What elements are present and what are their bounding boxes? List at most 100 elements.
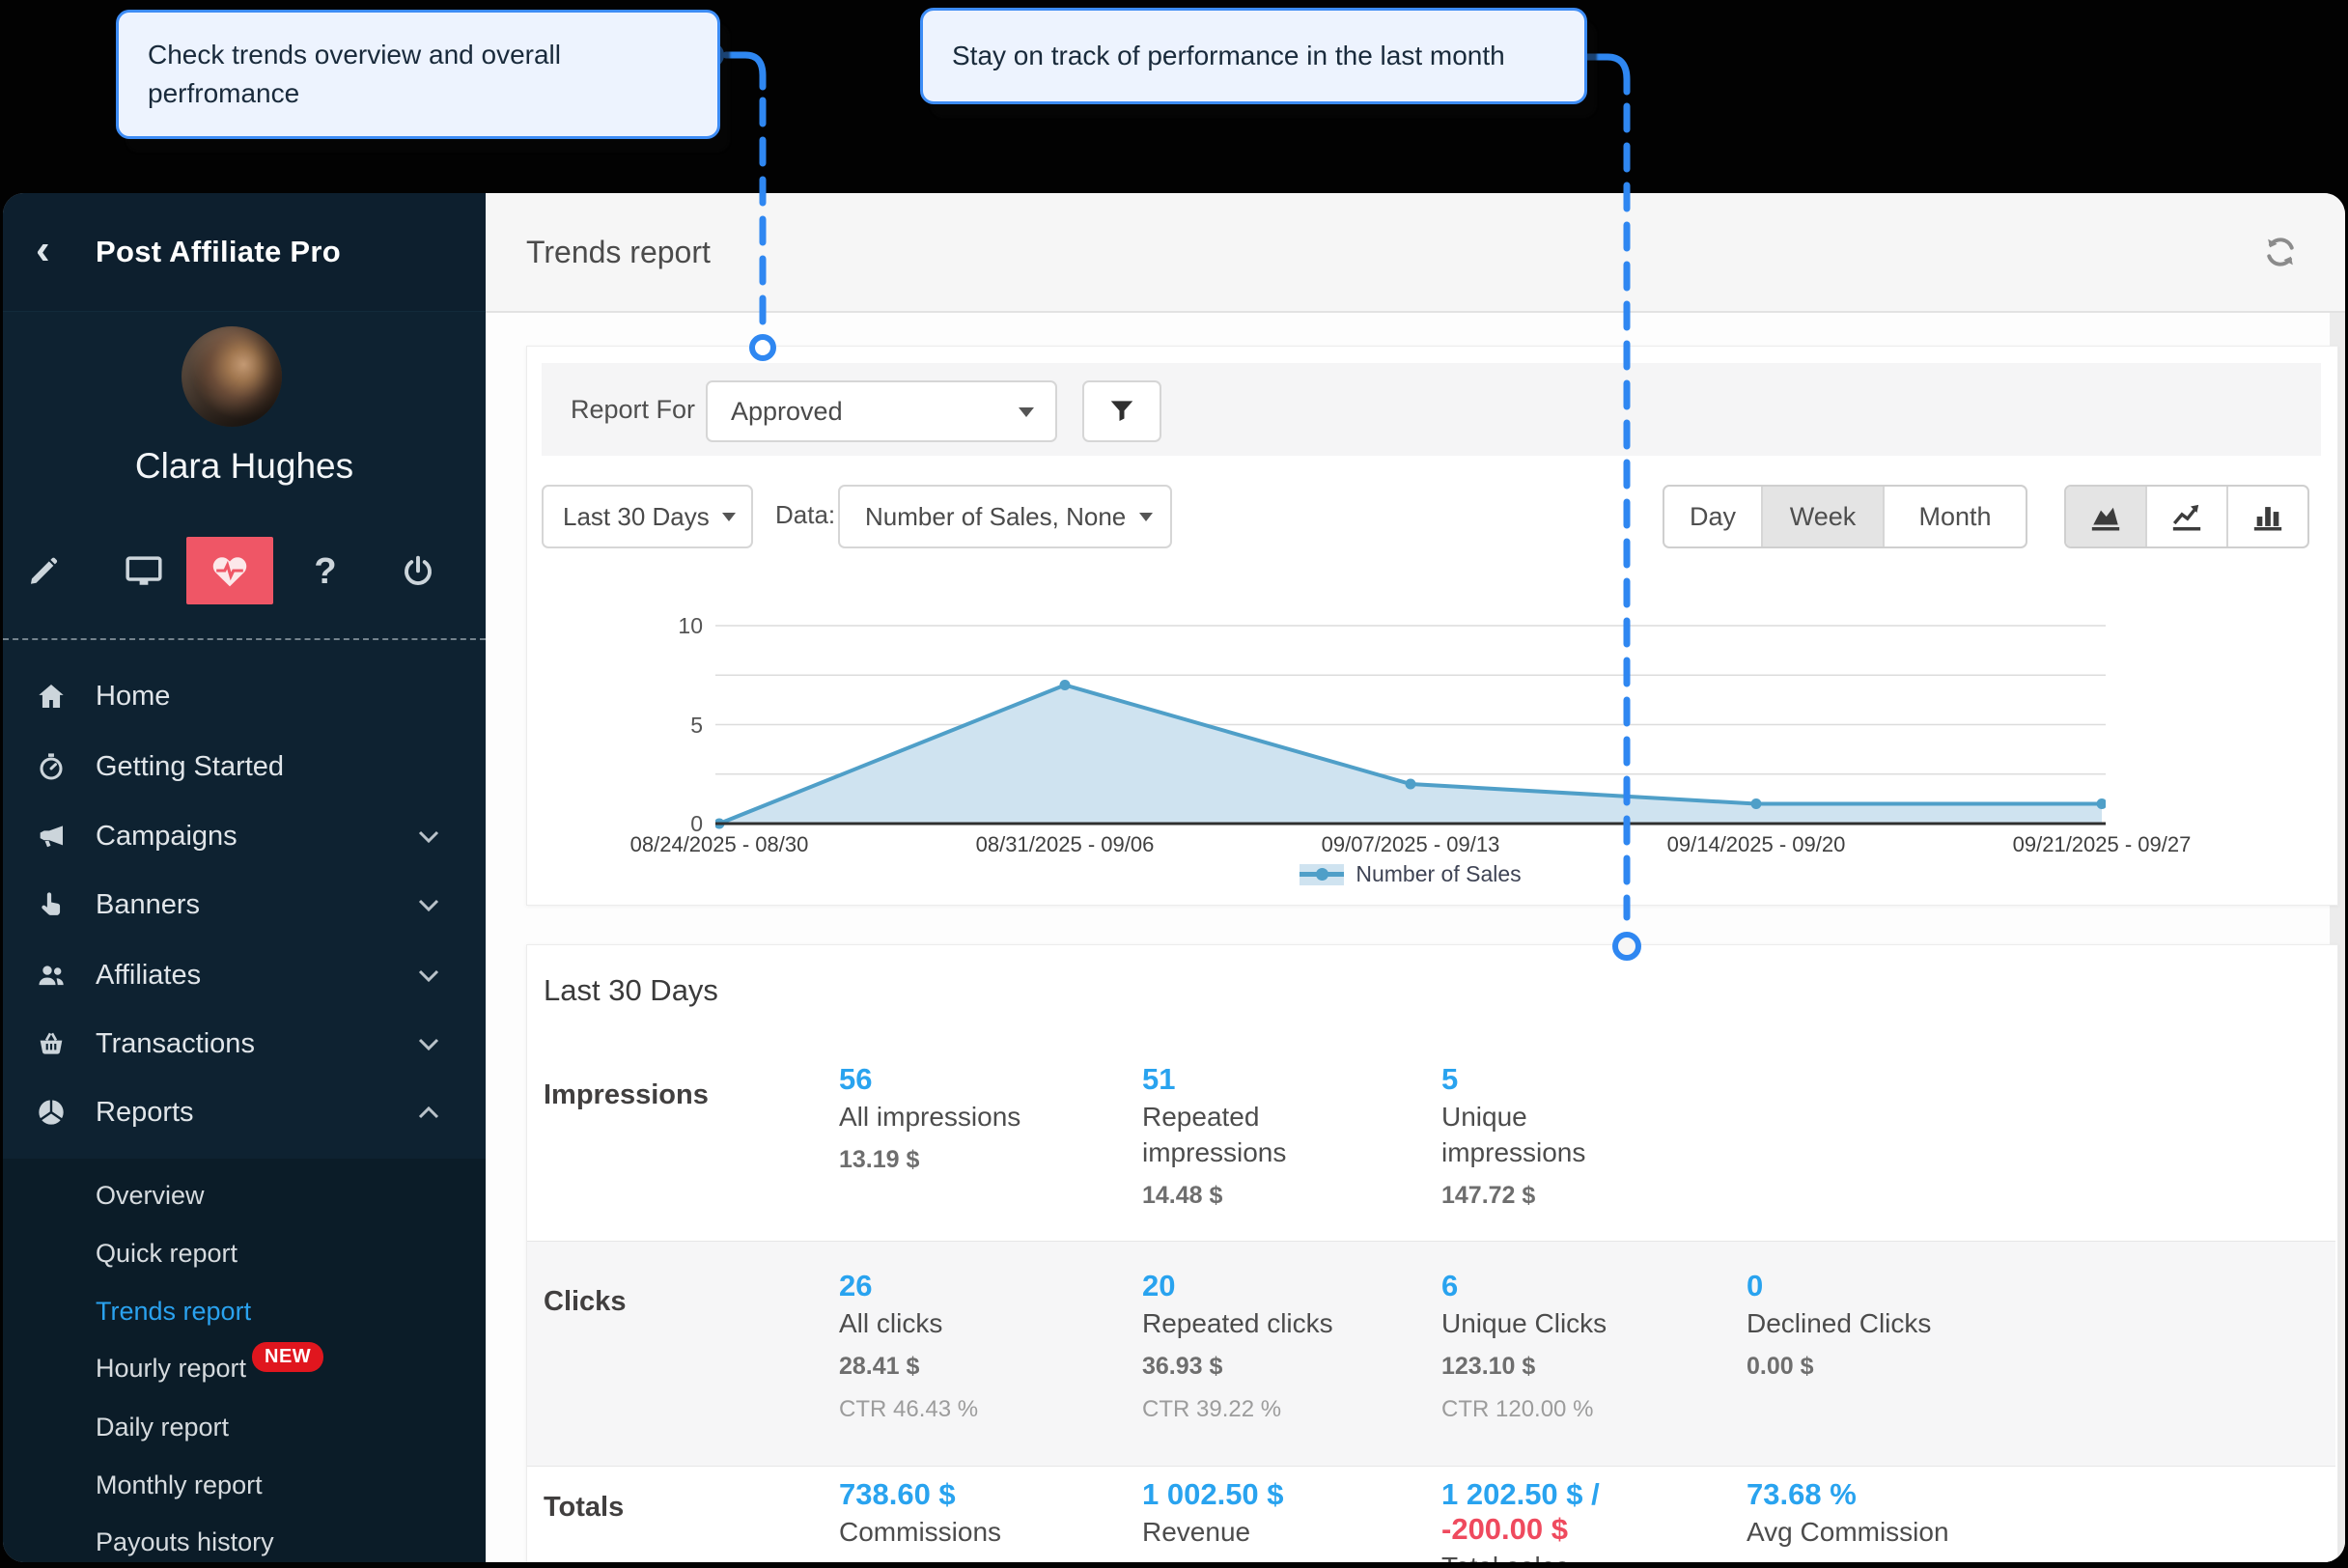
period-toggle-group: Day Week Month [1663,485,2027,548]
data-label: Data: [775,485,835,545]
tooltip-text: Stay on track of performance in the last… [952,37,1505,75]
x-axis-label: 08/31/2025 - 09/06 [976,832,1155,857]
pencil-icon [27,555,60,588]
collapse-sidebar-icon[interactable]: ‹ [36,228,74,276]
sidebar-item-home[interactable]: Home [3,661,486,731]
funnel-icon [1107,397,1136,426]
stat-cell-commissions: 738.60 $ Commissions [839,1477,1056,1550]
stat-value[interactable]: 5 [1441,1062,1659,1097]
submenu-item-label: Quick report [96,1239,238,1269]
submenu-item-label: Daily report [96,1413,229,1442]
sidebar-item-label: Affiliates [96,960,201,992]
date-range-select[interactable]: Last 30 Days [542,485,753,548]
period-day-button[interactable]: Day [1664,487,1763,546]
date-range-value: Last 30 Days [563,502,710,532]
help-button[interactable]: ? [296,543,354,601]
sidebar-divider [3,638,486,640]
stat-label: Repeated impressions [1142,1099,1359,1170]
x-axis-label: 09/07/2025 - 09/13 [1322,832,1500,857]
basket-icon [36,1028,67,1059]
line-chart-button[interactable] [2147,487,2228,546]
line-chart-icon [2170,500,2203,533]
connector-elbow [726,55,763,87]
stat-value[interactable]: 26 [839,1269,1056,1303]
report-for-value: Approved [731,397,843,427]
hand-pointer-icon [36,889,67,920]
sidebar-item-reports[interactable]: Reports [3,1078,486,1147]
legend-marker-icon [1300,864,1344,885]
app-window: ‹ Post Affiliate Pro Clara Hughes ? [3,193,2345,1562]
submenu-item-label: Monthly report [96,1470,263,1500]
logout-button[interactable] [389,543,447,601]
bar-chart-button[interactable] [2228,487,2307,546]
data-series-select[interactable]: Number of Sales, None [838,485,1172,548]
submenu-item-label: Trends report [96,1297,251,1327]
edit-profile-button[interactable] [14,543,72,601]
stat-money: 14.48 $ [1142,1182,1359,1210]
monitor-button[interactable] [115,543,173,601]
data-point[interactable] [1751,798,1762,809]
row-divider [527,1466,2335,1467]
chevron-down-icon [418,899,439,911]
filter-button[interactable] [1082,380,1161,442]
stat-ctr: CTR 46.43 % [839,1396,1056,1423]
stopwatch-icon [36,751,67,782]
totals-row-label: Totals [544,1492,624,1524]
stat-cell-revenue: 1 002.50 $ Revenue [1142,1477,1359,1550]
chart-legend: Number of Sales [715,861,2106,887]
refresh-icon [2260,232,2301,272]
refresh-button[interactable] [2260,232,2301,272]
stat-label: Repeated clicks [1142,1305,1359,1341]
submenu-item-quick-report[interactable]: Quick report [3,1224,486,1282]
data-point[interactable] [1060,680,1071,690]
stat-money: 13.19 $ [839,1146,1056,1174]
data-point[interactable] [1406,779,1416,790]
coachmark-tooltip-performance: Stay on track of performance in the last… [920,8,1587,104]
stat-label: Commissions [839,1514,1056,1550]
stat-label: Revenue [1142,1514,1359,1550]
x-axis-label: 08/24/2025 - 08/30 [630,832,809,857]
user-name: Clara Hughes [3,446,486,487]
avatar[interactable] [182,326,282,427]
stat-label: Unique Clicks [1441,1305,1659,1341]
stat-money: 0.00 $ [1747,1353,1964,1381]
submenu-item-label: Overview [96,1181,205,1211]
sidebar-item-banners[interactable]: Banners [3,870,486,939]
submenu-item-overview[interactable]: Overview [3,1166,486,1224]
tooltip-text: Check trends overview and overall perfro… [148,36,688,113]
report-for-select[interactable]: Approved [706,380,1057,442]
stat-value[interactable]: 20 [1142,1269,1359,1303]
stat-value[interactable]: 51 [1142,1062,1359,1097]
sidebar-item-getting-started[interactable]: Getting Started [3,732,486,801]
submenu-item-daily-report[interactable]: Daily report [3,1398,486,1456]
chevron-down-icon [418,1038,439,1050]
stat-value[interactable]: 56 [839,1062,1056,1097]
period-week-button[interactable]: Week [1763,487,1885,546]
stat-cell-repeated-clicks: 20 Repeated clicks 36.93 $ CTR 39.22 % [1142,1269,1359,1423]
stat-cell-unique-clicks: 6 Unique Clicks 123.10 $ CTR 120.00 % [1441,1269,1659,1423]
home-icon [36,681,67,712]
submenu-item-payouts-history[interactable]: Payouts history [3,1513,486,1562]
health-status-button[interactable] [186,537,273,604]
clicks-row-background [527,1241,2335,1466]
sidebar-item-label: Banners [96,889,200,921]
submenu-item-hourly-report[interactable]: Hourly report [3,1339,486,1397]
sidebar-item-transactions[interactable]: Transactions [3,1009,486,1078]
stat-value[interactable]: 6 [1441,1269,1659,1303]
reports-submenu: Overview Quick report Trends report Hour… [3,1159,486,1562]
trends-chart [715,618,2106,830]
app-title: Post Affiliate Pro [96,193,341,311]
sidebar-item-label: Home [96,681,170,713]
stat-label: Unique impressions [1441,1099,1659,1170]
submenu-item-monthly-report[interactable]: Monthly report [3,1456,486,1514]
chevron-down-icon [1139,513,1153,521]
sidebar-item-label: Reports [96,1097,194,1129]
sidebar-item-affiliates[interactable]: Affiliates [3,940,486,1010]
sidebar-item-label: Campaigns [96,821,238,853]
area-chart-button[interactable] [2066,487,2147,546]
stat-value[interactable]: 0 [1747,1269,1964,1303]
submenu-item-trends-report[interactable]: Trends report [3,1282,486,1340]
sidebar-item-campaigns[interactable]: Campaigns [3,801,486,871]
sidebar: ‹ Post Affiliate Pro Clara Hughes ? [3,193,486,1562]
period-month-button[interactable]: Month [1885,487,2026,546]
